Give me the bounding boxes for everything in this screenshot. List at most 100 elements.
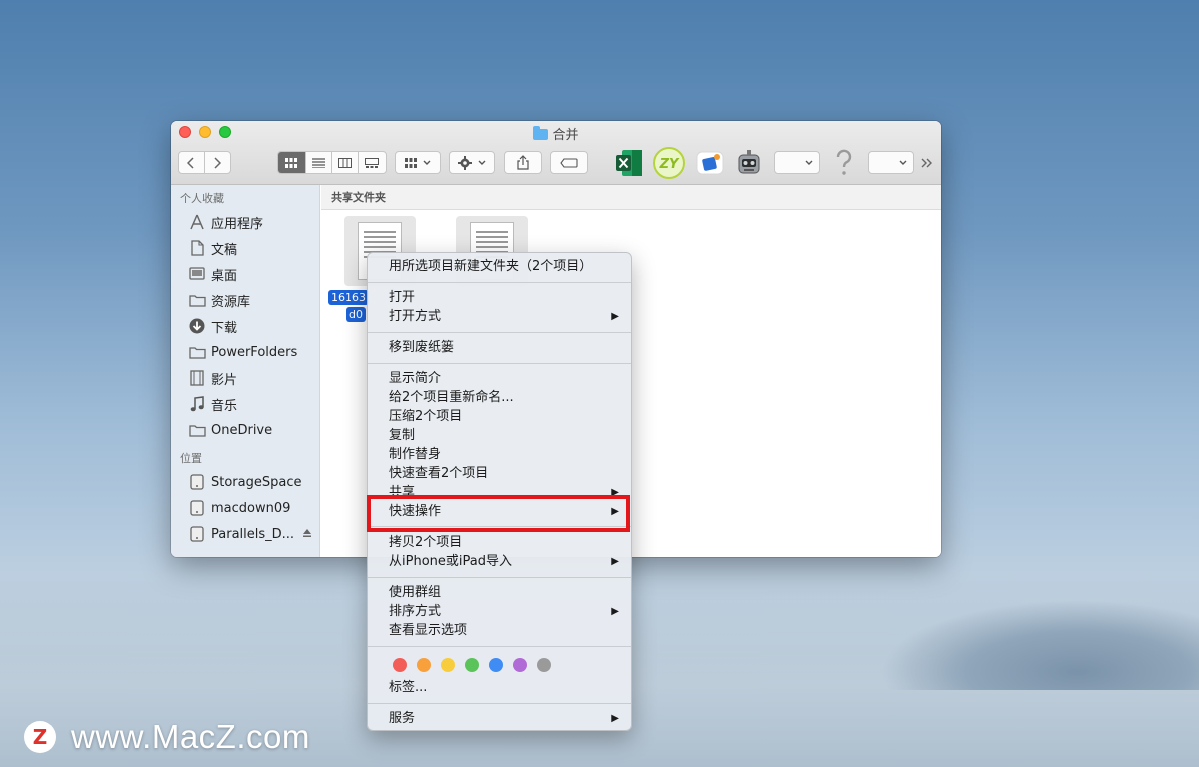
folder-icon: [188, 343, 206, 361]
disk-icon: [188, 499, 206, 517]
zy-app-button[interactable]: ZY: [653, 147, 685, 179]
sidebar-item-label: StorageSpace: [211, 474, 302, 490]
menu-item-import-from-iphone[interactable]: 从iPhone或iPad导入 ▶: [368, 552, 631, 571]
sidebar-item-label: 应用程序: [211, 216, 264, 232]
file-label: d0: [346, 307, 366, 322]
share-button[interactable]: [504, 151, 542, 174]
sidebar-item-label: 下载: [211, 320, 238, 336]
music-icon: [188, 395, 206, 413]
eject-icon[interactable]: [302, 527, 312, 542]
chevron-left-icon: [187, 156, 194, 169]
tag-yellow-dot[interactable]: [441, 658, 455, 672]
sidebar-item-powerfolders[interactable]: PowerFolders: [171, 339, 319, 365]
chevron-down-icon: [805, 160, 813, 165]
list-icon: [311, 157, 325, 168]
folder-icon: [533, 126, 549, 140]
menu-item-copy[interactable]: 拷贝2个项目: [368, 533, 631, 552]
group-button[interactable]: [395, 151, 441, 174]
sidebar-item-applications[interactable]: 应用程序: [171, 209, 319, 235]
menu-item-view-options[interactable]: 查看显示选项: [368, 621, 631, 640]
tag-green-dot[interactable]: [465, 658, 479, 672]
sidebar-item-movies[interactable]: 影片: [171, 365, 319, 391]
disk-icon: [188, 525, 206, 543]
list-view-button[interactable]: [306, 152, 333, 173]
path-bar: 共享文件夹: [321, 185, 941, 210]
sidebar-header-locations: 位置: [180, 452, 202, 465]
grid-icon: [285, 157, 298, 168]
sidebar-item-downloads[interactable]: 下载: [171, 313, 319, 339]
menu-item-sort-by[interactable]: 排序方式 ▶: [368, 602, 631, 621]
documents-icon: [188, 239, 206, 257]
menu-item-services[interactable]: 服务 ▶: [368, 709, 631, 728]
menu-item-open[interactable]: 打开: [368, 288, 631, 307]
share-icon: [517, 155, 529, 170]
menu-item-quick-look[interactable]: 快速查看2个项目: [368, 464, 631, 483]
submenu-arrow-icon: ▶: [611, 311, 619, 322]
menu-item-make-alias[interactable]: 制作替身: [368, 445, 631, 464]
sidebar-item-library[interactable]: 资源库: [171, 287, 319, 313]
tag-purple-dot[interactable]: [513, 658, 527, 672]
tag-red-dot[interactable]: [393, 658, 407, 672]
menu-item-tags[interactable]: 标签...: [368, 678, 631, 697]
view-mode-control: [277, 151, 387, 174]
chevron-down-icon: [423, 160, 431, 165]
applications-icon: [188, 213, 206, 231]
tag-blue-dot[interactable]: [489, 658, 503, 672]
columns-icon: [337, 157, 352, 168]
excel-app-button[interactable]: [613, 147, 645, 179]
sidebar-header-favorites: 个人收藏: [180, 192, 224, 205]
tag-button[interactable]: [550, 151, 588, 174]
sidebar-item-onedrive[interactable]: OneDrive: [171, 417, 319, 443]
gallery-view-button[interactable]: [359, 152, 386, 173]
toolbar-overflow-button[interactable]: [916, 147, 938, 179]
menu-item-share[interactable]: 共享 ▶: [368, 483, 631, 502]
sidebar-item-desktop[interactable]: 桌面: [171, 261, 319, 287]
column-view-button[interactable]: [332, 152, 359, 173]
folder-icon: [188, 421, 206, 439]
sidebar-item-parallels[interactable]: Parallels_D...: [171, 521, 319, 547]
menu-separator: [368, 646, 631, 647]
automator-button[interactable]: [733, 147, 765, 179]
menu-item-get-info[interactable]: 显示简介: [368, 369, 631, 388]
menu-item-compress[interactable]: 压缩2个项目: [368, 407, 631, 426]
dropdown-1[interactable]: [774, 151, 820, 174]
action-button[interactable]: [449, 151, 495, 174]
back-button[interactable]: [179, 152, 205, 173]
watermark: Z www.MacZ.com: [24, 718, 310, 756]
icon-view-button[interactable]: [278, 152, 306, 173]
sidebar-item-documents[interactable]: 文稿: [171, 235, 319, 261]
menu-item-quick-actions[interactable]: 快速操作 ▶: [368, 502, 631, 521]
movies-icon: [188, 369, 206, 387]
context-menu: 用所选项目新建文件夹（2个项目） 打开 打开方式 ▶ 移到废纸篓 显示简介 给2个…: [367, 252, 632, 731]
menu-separator: [368, 577, 631, 578]
submenu-arrow-icon: ▶: [611, 713, 619, 724]
menu-item-rename[interactable]: 给2个项目重新命名...: [368, 388, 631, 407]
sidebar-item-label: 文稿: [211, 242, 238, 258]
menu-item-duplicate[interactable]: 复制: [368, 426, 631, 445]
sidebar-item-music[interactable]: 音乐: [171, 391, 319, 417]
sidebar-item-label: macdown09: [211, 500, 291, 516]
menu-item-move-to-trash[interactable]: 移到废纸篓: [368, 338, 631, 357]
menu-item-new-folder[interactable]: 用所选项目新建文件夹（2个项目）: [368, 257, 631, 276]
menu-item-open-with[interactable]: 打开方式 ▶: [368, 307, 631, 326]
menu-item-use-groups[interactable]: 使用群组: [368, 583, 631, 602]
app-button[interactable]: [694, 147, 726, 179]
tag-icon: [560, 157, 578, 168]
watermark-text: www.MacZ.com: [71, 718, 310, 755]
menu-separator: [368, 363, 631, 364]
double-chevron-right-icon: [921, 158, 932, 168]
forward-button[interactable]: [205, 152, 230, 173]
dropdown-2[interactable]: [868, 151, 914, 174]
tag-gray-dot[interactable]: [537, 658, 551, 672]
grid-icon: [405, 157, 417, 168]
sidebar-item-storagespace[interactable]: StorageSpace: [171, 469, 319, 495]
back-forward-control: [178, 151, 231, 174]
help-button[interactable]: [828, 147, 860, 179]
menu-separator: [368, 332, 631, 333]
submenu-arrow-icon: ▶: [611, 487, 619, 498]
tag-orange-dot[interactable]: [417, 658, 431, 672]
chevron-down-icon: [478, 160, 486, 165]
chevron-right-icon: [214, 156, 222, 169]
menu-separator: [368, 282, 631, 283]
sidebar-item-macdown09[interactable]: macdown09: [171, 495, 319, 521]
